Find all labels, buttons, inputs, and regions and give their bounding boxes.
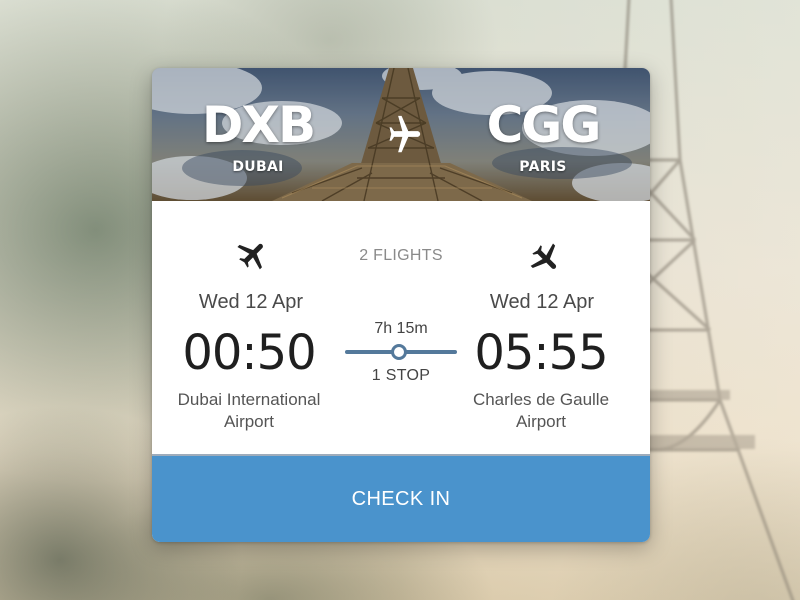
arrival-date: Wed 12 Apr (489, 291, 595, 313)
plane-landing-icon (530, 243, 557, 269)
departure-airport-line1: Dubai International (177, 390, 321, 409)
arrival-airport-line1: Charles de Gaulle (472, 390, 610, 409)
arrival-airport-line2: Airport (515, 412, 567, 431)
airplane-icon (389, 115, 421, 153)
card-header: DXB DUBAI CGG PARIS (152, 68, 650, 201)
departure-time: 00:50 (182, 325, 316, 381)
route-line (345, 343, 457, 361)
origin-code: DXB (201, 96, 316, 154)
departure-date: Wed 12 Apr (198, 291, 304, 313)
arrival-time: 05:55 (474, 325, 608, 381)
departure-airport: Dubai International Airport (154, 389, 344, 433)
arrival-airport: Charles de Gaulle Airport (446, 389, 636, 433)
origin-city: DUBAI (232, 159, 284, 175)
check-in-button[interactable]: CHECK IN (152, 456, 650, 542)
destination-code: CGG (486, 96, 602, 154)
flights-count: 2 FLIGHTS (359, 247, 443, 264)
itinerary-details: Wed 12 Apr 00:50 Dubai International Air… (152, 201, 650, 456)
stop-marker (391, 344, 407, 360)
boarding-card: DXB DUBAI CGG PARIS Wed 12 Apr 00:50 Dub… (152, 68, 650, 542)
destination-city: PARIS (519, 159, 567, 175)
departure-airport-line2: Airport (223, 412, 275, 431)
plane-takeoff-icon (237, 243, 263, 270)
